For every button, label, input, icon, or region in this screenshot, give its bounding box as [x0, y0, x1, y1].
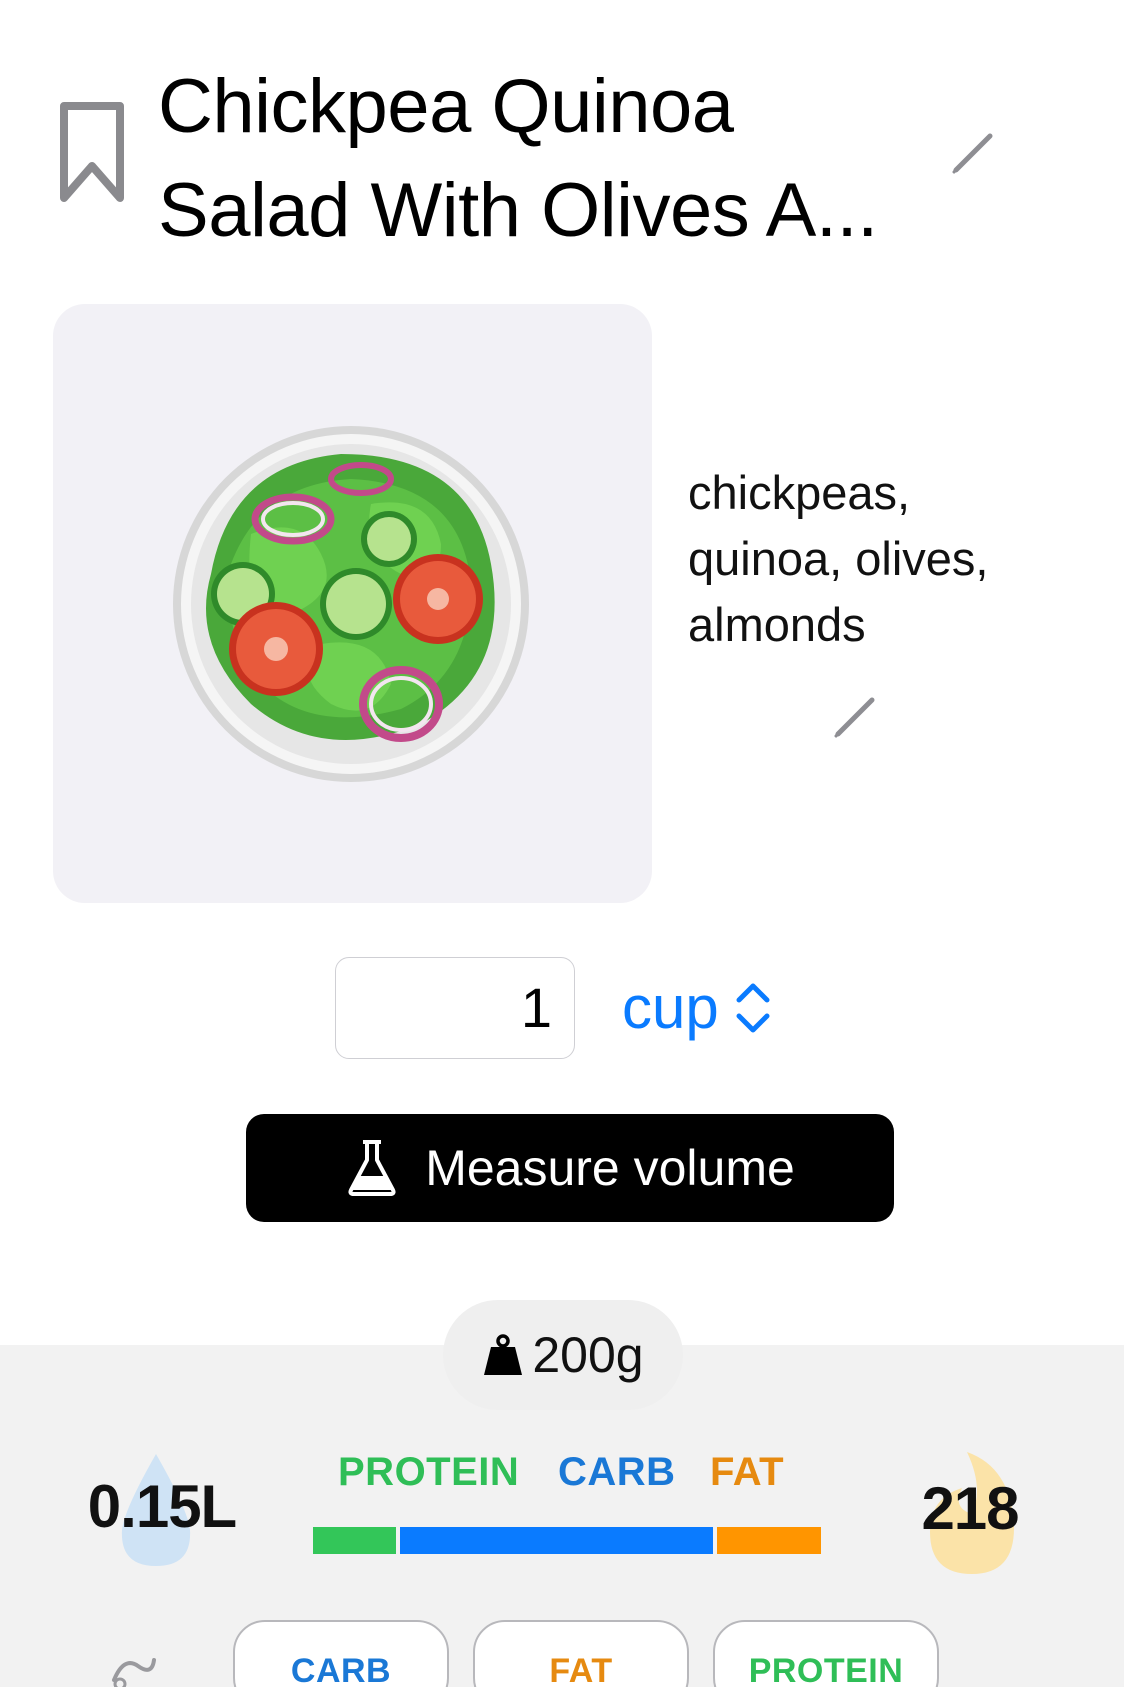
green-salad-icon	[173, 426, 529, 782]
carb-chip[interactable]: CARB	[233, 1620, 449, 1687]
edit-title-pencil-icon[interactable]	[950, 128, 998, 176]
quantity-input[interactable]: 1	[335, 957, 575, 1059]
food-detail-screen: Chickpea Quinoa Salad With Olives A... c…	[0, 0, 1124, 1687]
calories-value: 218	[921, 1475, 1019, 1542]
link-icon[interactable]	[108, 1650, 160, 1687]
unit-label: cup	[622, 974, 719, 1041]
chevron-up-down-icon	[736, 983, 770, 1033]
macro-bar-fat	[716, 1527, 821, 1554]
macro-bar-protein	[313, 1527, 397, 1554]
water-stat: 0.15L	[72, 1450, 252, 1570]
fat-chip[interactable]: FAT	[473, 1620, 689, 1687]
weight-value: 200g	[532, 1327, 644, 1383]
protein-label: PROTEIN	[338, 1450, 520, 1494]
protein-chip[interactable]: PROTEIN	[713, 1620, 939, 1687]
calories-stat: 218	[900, 1448, 1040, 1578]
measure-volume-label: Measure volume	[425, 1140, 795, 1196]
macro-bar-carb	[400, 1527, 713, 1554]
food-title: Chickpea Quinoa Salad With Olives A...	[158, 55, 938, 263]
bookmark-icon[interactable]	[58, 100, 126, 204]
fat-label: FAT	[710, 1450, 785, 1494]
food-image-card[interactable]	[53, 304, 652, 903]
flask-icon	[348, 1140, 396, 1196]
water-value: 0.15L	[87, 1473, 237, 1540]
ingredients-text: chickpeas, quinoa, olives, almonds	[688, 466, 989, 651]
food-title-line-1: Chickpea Quinoa	[158, 64, 734, 149]
unit-picker[interactable]: cup	[622, 968, 773, 1048]
measure-volume-button[interactable]: Measure volume	[246, 1114, 894, 1222]
edit-ingredients-pencil-icon[interactable]	[832, 692, 880, 740]
food-title-line-2: Salad With Olives A...	[158, 168, 878, 253]
weight-badge: 200g	[443, 1300, 683, 1410]
carb-label: CARB	[558, 1450, 676, 1494]
weight-icon	[484, 1334, 523, 1375]
macro-distribution-bar	[313, 1527, 821, 1554]
